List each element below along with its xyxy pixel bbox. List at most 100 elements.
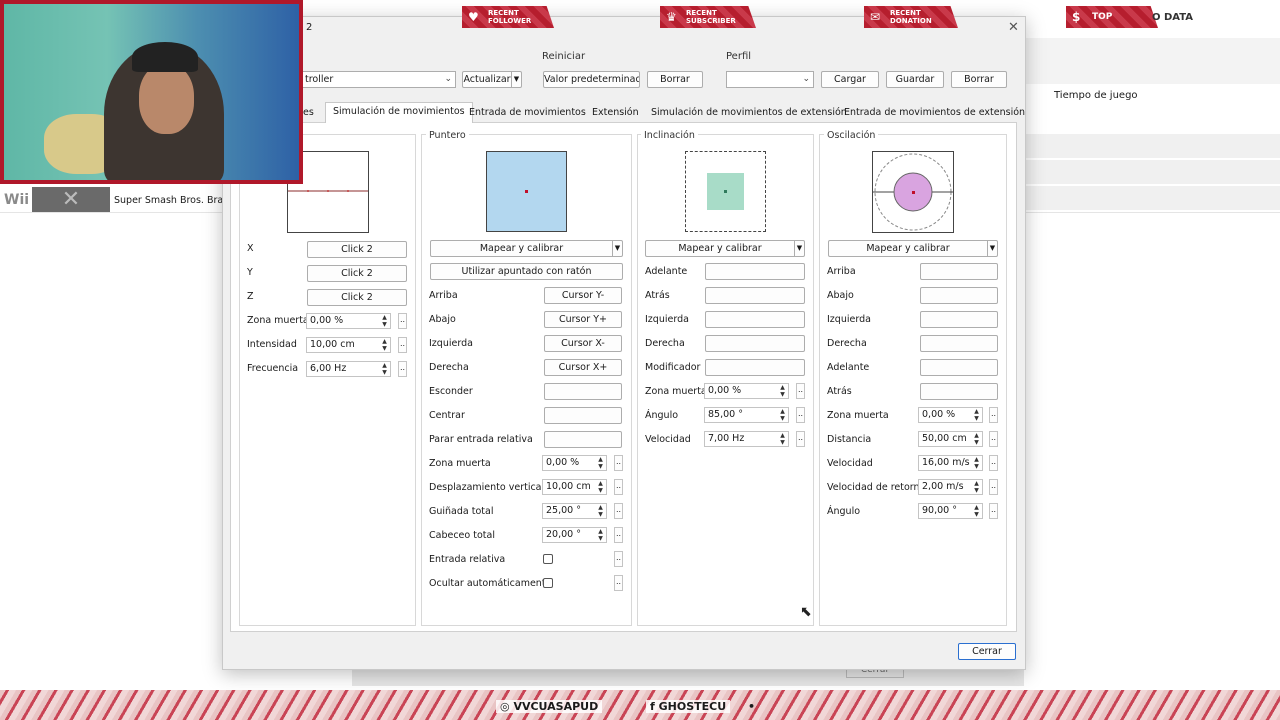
shake-x-binding[interactable]: Click 2 — [307, 241, 407, 258]
spin-arrows-icon[interactable]: ▲ ▼ — [777, 384, 788, 398]
tilt-map-calibrate-button[interactable]: Mapear y calibrar ▼ — [645, 240, 805, 257]
spin-arrows-icon[interactable]: ▲ ▼ — [971, 480, 982, 494]
tilt-angle-more-button[interactable]: .. — [796, 407, 805, 423]
shake-deadzone-spinbox[interactable]: 0,00 % ▲ ▼ — [306, 313, 391, 329]
pointer-deadzone-spinbox[interactable]: 0,00 % ▲ ▼ — [542, 455, 607, 471]
alert-line-1: RECENT — [488, 9, 519, 17]
spin-arrows-icon[interactable]: ▲ ▼ — [595, 480, 606, 494]
tab-extension[interactable]: Extensión — [585, 104, 646, 122]
relative-input-more-button[interactable]: .. — [614, 551, 623, 567]
save-profile-button[interactable]: Guardar — [886, 71, 944, 88]
tilt-speed-spinbox[interactable]: 7,00 Hz ▲ ▼ — [704, 431, 789, 447]
swing-speed-more-button[interactable]: .. — [989, 455, 998, 471]
mouse-aim-button[interactable]: Utilizar apuntado con ratón — [430, 263, 623, 280]
pointer-hide-binding[interactable] — [544, 383, 622, 400]
pointer-up-binding[interactable]: Cursor Y- — [544, 287, 622, 304]
spin-arrows-icon[interactable]: ▲ ▼ — [971, 432, 982, 446]
column-header-playtime[interactable]: Tiempo de juego — [1054, 90, 1138, 101]
profile-select[interactable]: ⌄ — [726, 71, 814, 88]
spin-arrows-icon[interactable]: ▲ ▼ — [971, 456, 982, 470]
swing-angle-spinbox[interactable]: 90,00 ° ▲ ▼ — [918, 503, 983, 519]
spin-arrows-icon[interactable]: ▲ ▼ — [379, 338, 390, 352]
spin-arrows-icon[interactable]: ▲ ▼ — [777, 408, 788, 422]
swing-up-binding[interactable] — [920, 263, 998, 280]
pointer-center-binding[interactable] — [544, 407, 622, 424]
swing-backward-binding[interactable] — [920, 383, 998, 400]
swing-angle-more-button[interactable]: .. — [989, 503, 998, 519]
default-button[interactable]: Valor predeterminado — [543, 71, 640, 88]
shake-deadzone-more-button[interactable]: .. — [398, 313, 407, 329]
pointer-total-pitch-spinbox[interactable]: 20,00 ° ▲ ▼ — [542, 527, 607, 543]
relative-input-label: Entrada relativa — [429, 554, 506, 565]
game-title[interactable]: Super Smash Bros. Brawl — [114, 195, 234, 206]
relative-input-checkbox[interactable] — [543, 554, 553, 564]
spin-arrows-icon[interactable]: ▲ ▼ — [379, 314, 390, 328]
tilt-forward-binding[interactable] — [705, 263, 805, 280]
chevron-down-icon: ⌄ — [802, 74, 810, 84]
chevron-down-icon[interactable]: ▼ — [987, 241, 997, 256]
swing-deadzone-value: 0,00 % — [922, 409, 956, 420]
swing-deadzone-more-button[interactable]: .. — [989, 407, 998, 423]
tilt-speed-more-button[interactable]: .. — [796, 431, 805, 447]
pointer-vertical-offset-more-button[interactable]: .. — [614, 479, 623, 495]
load-profile-button[interactable]: Cargar — [821, 71, 879, 88]
swing-speed-spinbox[interactable]: 16,00 m/s ▲ ▼ — [918, 455, 983, 471]
spin-arrows-icon[interactable]: ▲ ▼ — [777, 432, 788, 446]
spin-arrows-icon[interactable]: ▲ ▼ — [379, 362, 390, 376]
auto-hide-more-button[interactable]: .. — [614, 575, 623, 591]
pointer-cursor-dot — [525, 190, 528, 193]
swing-distance-more-button[interactable]: .. — [989, 431, 998, 447]
pointer-total-yaw-spinbox[interactable]: 25,00 ° ▲ ▼ — [542, 503, 607, 519]
shake-intensity-more-button[interactable]: .. — [398, 337, 407, 353]
swing-down-binding[interactable] — [920, 287, 998, 304]
tab-motion-simulation[interactable]: Simulación de movimientos — [325, 102, 473, 123]
shake-intensity-spinbox[interactable]: 10,00 cm ▲ ▼ — [306, 337, 391, 353]
chevron-down-icon[interactable]: ▼ — [612, 241, 622, 256]
tilt-backward-binding[interactable] — [705, 287, 805, 304]
pointer-deadzone-more-button[interactable]: .. — [614, 455, 623, 471]
swing-deadzone-spinbox[interactable]: 0,00 % ▲ ▼ — [918, 407, 983, 423]
swing-map-calibrate-button[interactable]: Mapear y calibrar ▼ — [828, 240, 998, 257]
tilt-left-binding[interactable] — [705, 311, 805, 328]
pointer-total-yaw-more-button[interactable]: .. — [614, 503, 623, 519]
clear-button[interactable]: Borrar — [647, 71, 703, 88]
swing-return-speed-more-button[interactable]: .. — [989, 479, 998, 495]
pointer-left-binding[interactable]: Cursor X- — [544, 335, 622, 352]
shake-y-binding[interactable]: Click 2 — [307, 265, 407, 282]
spin-arrows-icon[interactable]: ▲ ▼ — [971, 504, 982, 518]
close-dialog-button[interactable]: Cerrar — [958, 643, 1016, 660]
tilt-deadzone-more-button[interactable]: .. — [796, 383, 805, 399]
delete-profile-button[interactable]: Borrar — [951, 71, 1007, 88]
tilt-right-binding[interactable] — [705, 335, 805, 352]
spin-arrows-icon[interactable]: ▲ ▼ — [595, 456, 606, 470]
controller-select[interactable]: troller ⌄ — [300, 71, 456, 88]
pointer-map-calibrate-button[interactable]: Mapear y calibrar ▼ — [430, 240, 623, 257]
pointer-total-pitch-more-button[interactable]: .. — [614, 527, 623, 543]
tilt-deadzone-spinbox[interactable]: 0,00 % ▲ ▼ — [704, 383, 789, 399]
pointer-vertical-offset-spinbox[interactable]: 10,00 cm ▲ ▼ — [542, 479, 607, 495]
shake-frequency-more-button[interactable]: .. — [398, 361, 407, 377]
pointer-stop-relative-binding[interactable] — [544, 431, 622, 448]
tilt-angle-spinbox[interactable]: 85,00 ° ▲ ▼ — [704, 407, 789, 423]
spin-arrows-icon[interactable]: ▲ ▼ — [595, 528, 606, 542]
shake-z-binding[interactable]: Click 2 — [307, 289, 407, 306]
swing-return-speed-spinbox[interactable]: 2,00 m/s ▲ ▼ — [918, 479, 983, 495]
swing-right-binding[interactable] — [920, 335, 998, 352]
tilt-modifier-binding[interactable] — [705, 359, 805, 376]
close-icon[interactable]: ✕ — [1008, 20, 1019, 35]
pointer-down-binding[interactable]: Cursor Y+ — [544, 311, 622, 328]
chevron-down-icon[interactable]: ▼ — [511, 72, 521, 87]
refresh-button[interactable]: Actualizar ▼ — [462, 71, 522, 88]
swing-distance-spinbox[interactable]: 50,00 cm ▲ ▼ — [918, 431, 983, 447]
tab-extension-motion-simulation[interactable]: Simulación de movimientos de extensión — [644, 104, 854, 122]
auto-hide-checkbox[interactable] — [543, 578, 553, 588]
pointer-right-binding[interactable]: Cursor X+ — [544, 359, 622, 376]
swing-left-binding[interactable] — [920, 311, 998, 328]
chevron-down-icon[interactable]: ▼ — [794, 241, 804, 256]
shake-frequency-spinbox[interactable]: 6,00 Hz ▲ ▼ — [306, 361, 391, 377]
swing-forward-binding[interactable] — [920, 359, 998, 376]
tab-motion-input[interactable]: Entrada de movimientos — [462, 104, 593, 122]
spin-arrows-icon[interactable]: ▲ ▼ — [971, 408, 982, 422]
spin-arrows-icon[interactable]: ▲ ▼ — [595, 504, 606, 518]
tab-extension-motion-input[interactable]: Entrada de movimientos de extensión — [837, 104, 1032, 122]
